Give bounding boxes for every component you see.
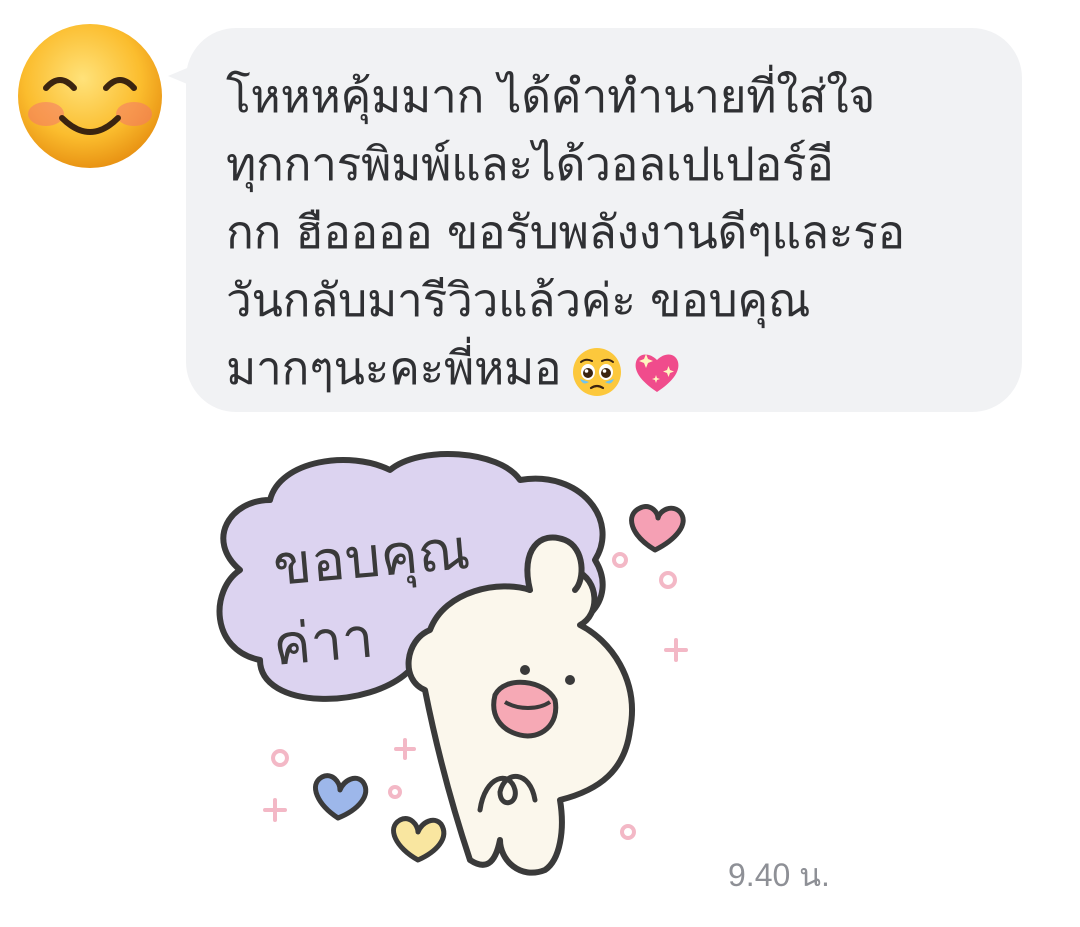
pink-heart-icon xyxy=(629,504,686,553)
pleading-face-icon xyxy=(573,347,622,396)
message-last-line: มากๆนะคะพี่หมอ xyxy=(226,334,992,402)
thank-you-sticker[interactable]: ขอบคุณ ค่าา xyxy=(200,440,700,900)
message-timestamp: 9.40 น. xyxy=(728,857,830,893)
message-line: วันกลับมารีวิวแล้วค่ะ ขอบคุณ xyxy=(226,273,811,327)
yellow-heart-icon xyxy=(391,816,447,863)
message-bubble[interactable]: โหหหคุ้มมาก ได้คำทำนายที่ใส่ใจ ทุกการพิม… xyxy=(186,28,1022,412)
sticker-text-line2: ค่าา xyxy=(271,605,377,678)
sender-avatar[interactable] xyxy=(16,22,164,170)
bunny-sticker-illustration: ขอบคุณ ค่าา xyxy=(216,451,688,876)
message-line-text: มากๆนะคะพี่หมอ xyxy=(226,341,562,395)
sparkling-heart-icon xyxy=(635,353,679,392)
message-line: โหหหคุ้มมาก ได้คำทำนายที่ใส่ใจ xyxy=(226,69,876,123)
chat-view: โหหหคุ้มมาก ได้คำทำนายที่ใส่ใจ ทุกการพิม… xyxy=(0,0,1080,927)
blue-heart-icon xyxy=(313,773,369,821)
message-line: กก ฮืออออ ขอรับพลังงานดีๆและรอ xyxy=(226,205,905,259)
smiling-face-icon xyxy=(18,24,162,168)
bunny-ear xyxy=(524,534,585,593)
message-line: ทุกการพิมพ์และได้วอลเปเปอร์อี xyxy=(226,137,834,191)
